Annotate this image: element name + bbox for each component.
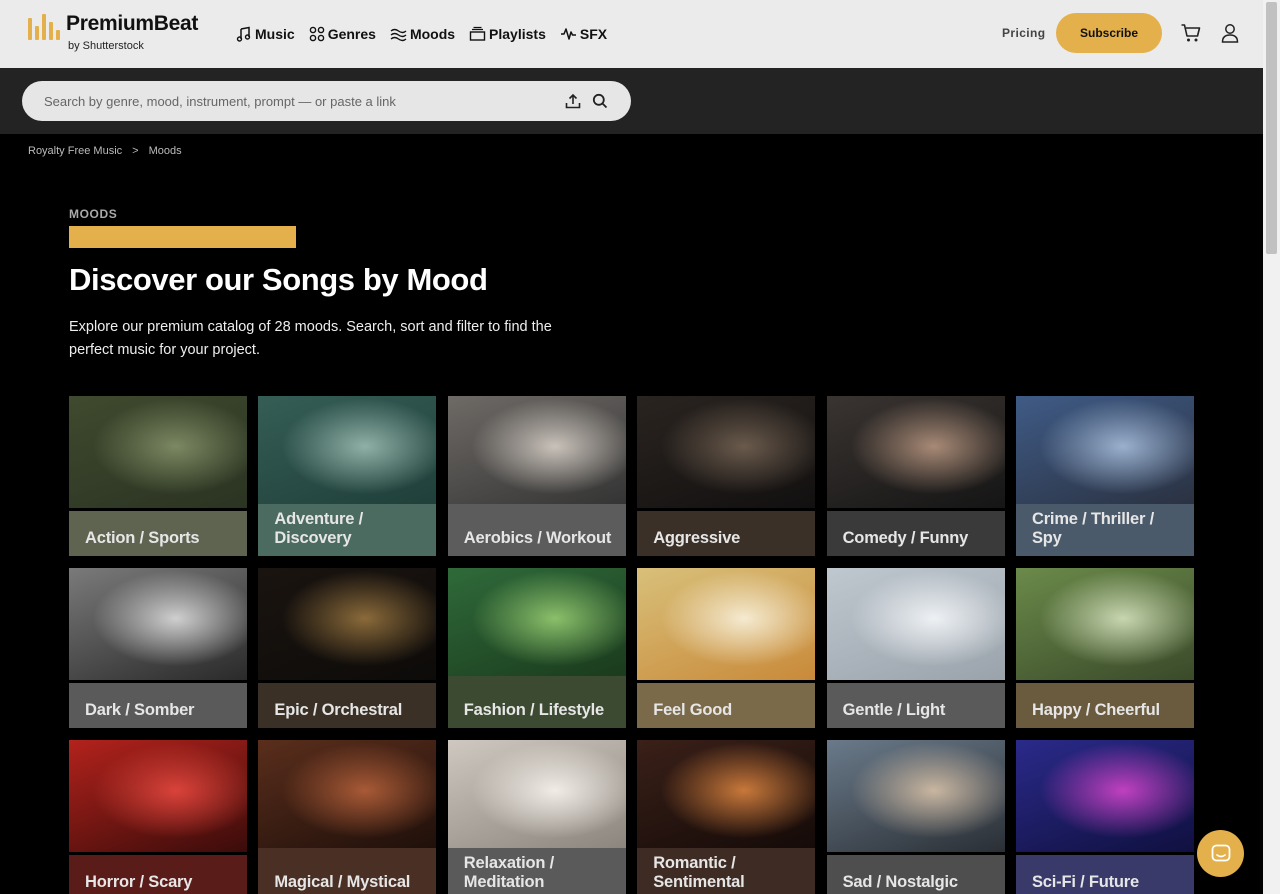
mood-card-label: Fashion / Lifestyle [463,701,604,719]
mood-card[interactable]: Action / Sports [69,396,247,556]
mood-card-label: Dark / Somber [85,701,195,719]
breadcrumb: Royalty Free Music > Moods [28,145,182,157]
page-intro: Explore our premium catalog of 28 moods.… [69,319,552,358]
mood-card-image [637,396,816,508]
mood-card-label: Action / Sports [85,529,200,547]
chat-bubble-icon [1211,844,1230,861]
page-title: Discover our Songs by Mood [69,262,488,297]
mood-card-image [826,740,1005,852]
main-nav: Music Genres Moods Playlists SFX [236,23,621,45]
page: PremiumBeat by Shutterstock Music Genres… [0,0,1280,894]
genres-grid-icon [309,26,324,42]
logo-name: PremiumBeat [66,12,199,35]
pricing-link[interactable]: Pricing [1002,26,1045,40]
mood-card-label: Happy / Cheerful [1032,701,1160,719]
mood-card-label: Adventure / Discovery [274,510,363,547]
mood-card-label: Comedy / Funny [842,529,969,547]
nav-item-music[interactable]: Music [236,26,295,42]
mood-card[interactable]: Aggressive [637,396,816,556]
mood-card-image [637,740,816,852]
nav-item-label: SFX [579,26,608,42]
top-navigation-bar: PremiumBeat by Shutterstock Music Genres… [0,0,1263,68]
mood-card-image [447,396,626,508]
search-band [0,68,1263,134]
mood-card-label: Crime / Thriller / Spy [1032,510,1155,547]
mood-card-image [447,568,626,680]
mood-card-label: Sci-Fi / Future [1032,873,1140,891]
mood-card-image [447,740,626,852]
moods-waves-icon [390,28,407,42]
mood-card-image [1016,740,1194,852]
mood-card-label: Sad / Nostalgic [842,873,958,891]
search-input[interactable] [44,91,554,111]
page-scrollbar[interactable] [1263,0,1280,894]
music-note-icon [236,26,251,42]
mood-card[interactable]: Dark / Somber [69,568,247,728]
nav-item-sfx[interactable]: SFX [560,26,607,42]
mood-card[interactable]: Aerobics / Workout [447,396,626,556]
mood-card-label: Aerobics / Workout [463,529,612,547]
nav-item-label: Genres [327,26,376,42]
mood-card-image [1016,568,1194,680]
mood-card-label: Horror / Scary [85,873,193,891]
mood-card-label: Aggressive [653,529,741,547]
logo-bars-icon [28,14,60,40]
mood-card[interactable]: Relaxation / Meditation [447,740,626,894]
cart-icon[interactable] [1180,22,1202,49]
upload-icon[interactable] [564,92,582,115]
mood-card-image [258,396,437,508]
nav-item-playlists[interactable]: Playlists [469,26,546,42]
mood-card-image [258,568,437,680]
playlists-icon [469,26,486,41]
mood-card[interactable]: Sad / Nostalgic [826,740,1005,894]
mood-card[interactable]: Horror / Scary [69,740,247,894]
nav-item-label: Playlists [489,26,546,42]
nav-item-moods[interactable]: Moods [390,26,455,42]
nav-item-label: Moods [409,26,456,42]
chat-launcher-button[interactable] [1197,830,1244,877]
scrollbar-thumb[interactable] [1266,2,1277,254]
section-eyebrow: MOODS [69,207,118,221]
mood-card[interactable]: Romantic / Sentimental [637,740,816,894]
nav-item-label: Music [255,26,295,42]
mood-card[interactable]: Fashion / Lifestyle [447,568,626,728]
mood-card-image [258,740,437,852]
mood-card-label: Feel Good [653,701,733,719]
mood-card-image [1016,396,1194,508]
sfx-waveform-icon [560,28,576,40]
nav-item-genres[interactable]: Genres [309,26,376,42]
mood-card-image [69,568,247,680]
breadcrumb-royalty-free-music[interactable]: Royalty Free Music [28,145,122,157]
mood-card-image [637,568,816,680]
breadcrumb-separator: > [132,145,139,157]
search-icon[interactable] [591,92,609,115]
mood-card-label: Magical / Mystical [274,873,411,891]
logo-subtitle: by Shutterstock [68,40,144,52]
mood-card-image [69,740,247,852]
mood-card[interactable]: Gentle / Light [826,568,1005,728]
mood-card-image [826,568,1005,680]
mood-card[interactable]: Happy / Cheerful [1016,568,1194,728]
mood-card-label: Romantic / Sentimental [653,854,745,891]
user-icon[interactable] [1220,22,1240,49]
breadcrumb-moods[interactable]: Moods [149,145,182,157]
mood-card-label: Epic / Orchestral [274,701,403,719]
mood-card[interactable]: Feel Good [637,568,816,728]
accent-bar [69,226,296,248]
mood-card[interactable]: Epic / Orchestral [258,568,437,728]
mood-card-label: Relaxation / Meditation [463,854,555,891]
mood-card-label: Gentle / Light [842,701,946,719]
mood-card[interactable]: Magical / Mystical [258,740,437,894]
mood-card[interactable]: Adventure / Discovery [258,396,437,556]
subscribe-button[interactable]: Subscribe [1056,13,1162,53]
mood-card[interactable]: Crime / Thriller / Spy [1016,396,1194,556]
mood-card[interactable]: Comedy / Funny [826,396,1005,556]
search-box [22,81,631,121]
premiumbeat-logo[interactable]: PremiumBeat by Shutterstock [28,12,208,56]
mood-card[interactable]: Sci-Fi / Future [1016,740,1194,894]
mood-card-image [826,396,1005,508]
mood-card-image [69,396,247,508]
